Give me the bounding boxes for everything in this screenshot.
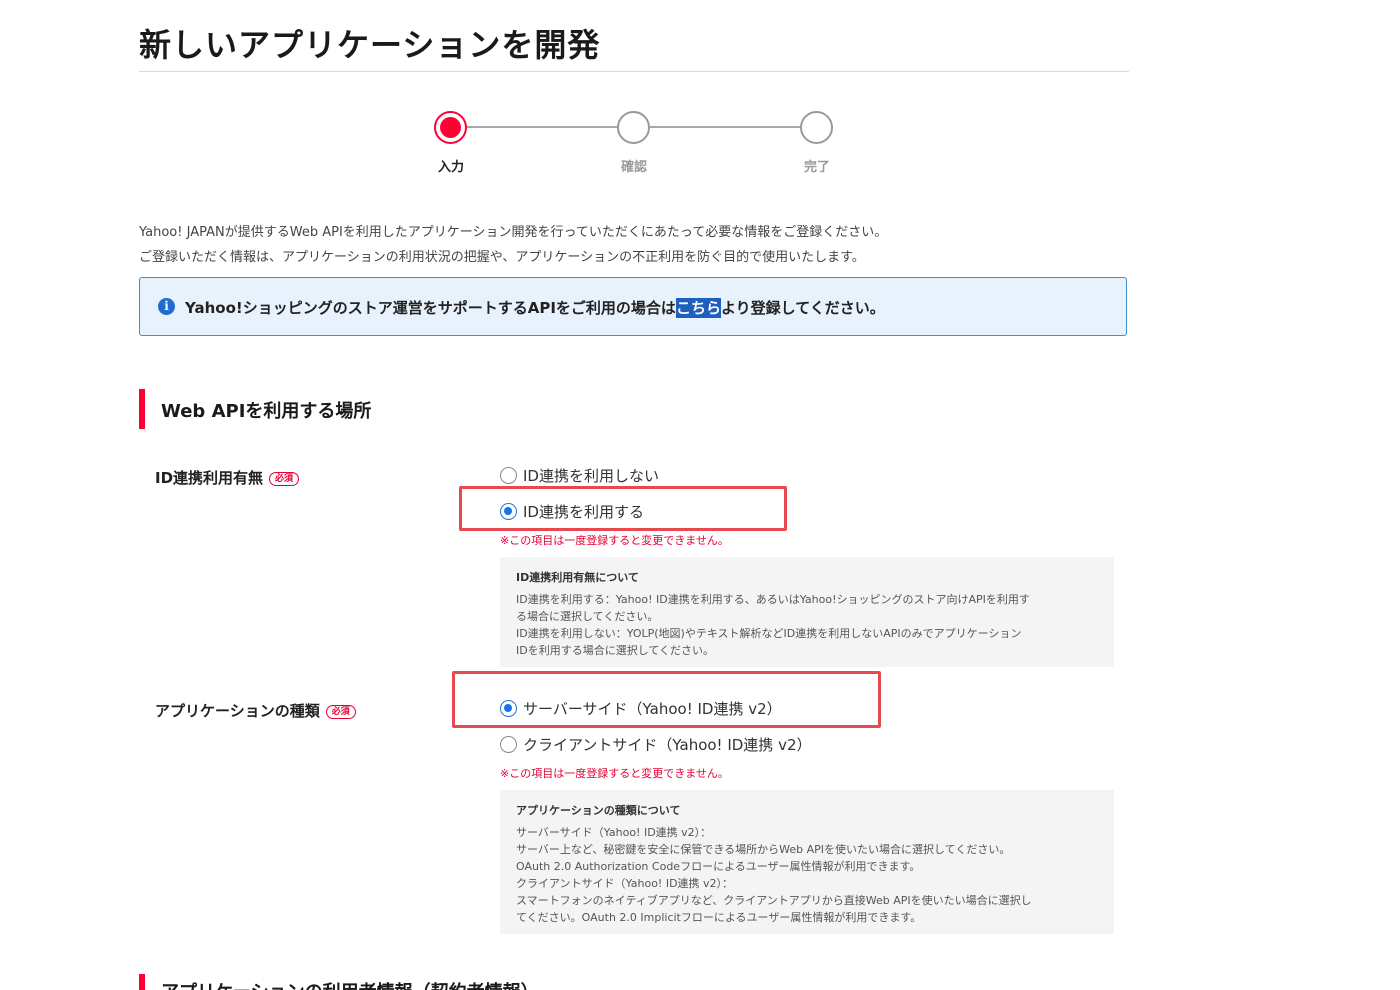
info-icon: i: [158, 298, 175, 315]
step-1-label: 入力: [437, 160, 464, 175]
step-3-indicator: [800, 111, 833, 144]
id-link-warning: ※この項目は一度登録すると変更できません。: [500, 534, 729, 547]
section-title-web-api-location: Web APIを利用する場所: [161, 401, 372, 422]
step-2-indicator: [617, 111, 650, 144]
notice-prefix: Yahoo!ショッピングのストア運営をサポートするAPIをご利用の場合は: [185, 299, 676, 317]
id-link-label-text: ID連携利用有無: [155, 469, 264, 487]
intro-text-1: Yahoo! JAPANが提供するWeb APIを利用したアプリケーション開発を…: [139, 225, 888, 240]
radio-client-side[interactable]: クライアントサイド（Yahoo! ID連携 v2）: [500, 733, 812, 755]
step-3-label: 完了: [803, 160, 830, 175]
notice-suffix: より登録してください。: [720, 299, 885, 317]
radio-unchecked-icon[interactable]: [500, 466, 517, 484]
highlight-box-id-link: [459, 486, 787, 531]
required-badge: 必須: [269, 471, 300, 486]
notice-text: Yahoo!ショッピングのストア運営をサポートするAPIをご利用の場合はこちらよ…: [185, 297, 885, 318]
app-type-warning: ※この項目は一度登録すると変更できません。: [500, 767, 729, 780]
step-2-label: 確認: [620, 160, 647, 175]
help-line: ID連携を利用しない：YOLP(地図)やテキスト解析などID連携を利用しないAP…: [516, 627, 1022, 640]
help-line: サーバー上など、秘密鍵を安全に保管できる場所からWeb APIを使いたい場合に選…: [516, 843, 1011, 856]
id-link-field-label: ID連携利用有無 必須: [155, 467, 300, 488]
radio-label: クライアントサイド（Yahoo! ID連携 v2）: [523, 735, 812, 754]
required-badge: 必須: [325, 704, 356, 719]
shopping-notice: i Yahoo!ショッピングのストア運営をサポートするAPIをご利用の場合はこち…: [139, 277, 1127, 336]
page-title: 新しいアプリケーションを開発: [139, 26, 601, 64]
help-line: OAuth 2.0 Authorization Codeフローによるユーザー属性…: [516, 860, 921, 873]
help-line: ID連携を利用する：Yahoo! ID連携を利用する、あるいはYahoo!ショッ…: [516, 593, 1030, 606]
step-1-indicator: [434, 111, 467, 144]
intro-text-2: ご登録いただく情報は、アプリケーションの利用状況の把握や、アプリケーションの不正…: [139, 250, 865, 265]
section-title-user-info: アプリケーションの利用者情報（契約者情報）: [161, 978, 539, 990]
help-line: スマートフォンのネイティブアプリなど、クライアントアプリから直接Web APIを…: [516, 894, 1032, 907]
app-type-label-text: アプリケーションの種類: [155, 702, 320, 720]
stepper-line-1: [467, 126, 618, 128]
notice-link[interactable]: こちら: [675, 298, 721, 318]
section-accent-bar: [139, 974, 145, 990]
id-link-help-box: ID連携利用有無について ID連携を利用する：Yahoo! ID連携を利用する、…: [500, 557, 1114, 667]
help-line: IDを利用する場合に選択してください。: [516, 644, 715, 657]
help-line: クライアントサイド（Yahoo! ID連携 v2）：: [516, 877, 734, 890]
stepper-line-2: [650, 126, 801, 128]
app-type-field-label: アプリケーションの種類 必須: [155, 700, 356, 721]
help-title: ID連携利用有無について: [516, 571, 639, 584]
help-line: てください。OAuth 2.0 Implicitフローによるユーザー属性情報が利…: [516, 911, 922, 924]
help-title: アプリケーションの種類について: [516, 804, 681, 817]
help-line: サーバーサイド（Yahoo! ID連携 v2）：: [516, 826, 712, 839]
help-line: る場合に選択してください。: [516, 610, 659, 623]
radio-unchecked-icon[interactable]: [500, 735, 517, 753]
radio-id-link-not-use[interactable]: ID連携を利用しない: [500, 464, 659, 486]
radio-label: ID連携を利用しない: [523, 466, 659, 485]
title-divider: [139, 71, 1129, 72]
section-accent-bar: [139, 389, 145, 429]
app-type-help-box: アプリケーションの種類について サーバーサイド（Yahoo! ID連携 v2）：…: [500, 790, 1114, 934]
page: 新しいアプリケーションを開発 入力 確認 完了 Yahoo! JAPANが提供す…: [0, 0, 1400, 990]
highlight-box-app-type: [452, 671, 881, 728]
